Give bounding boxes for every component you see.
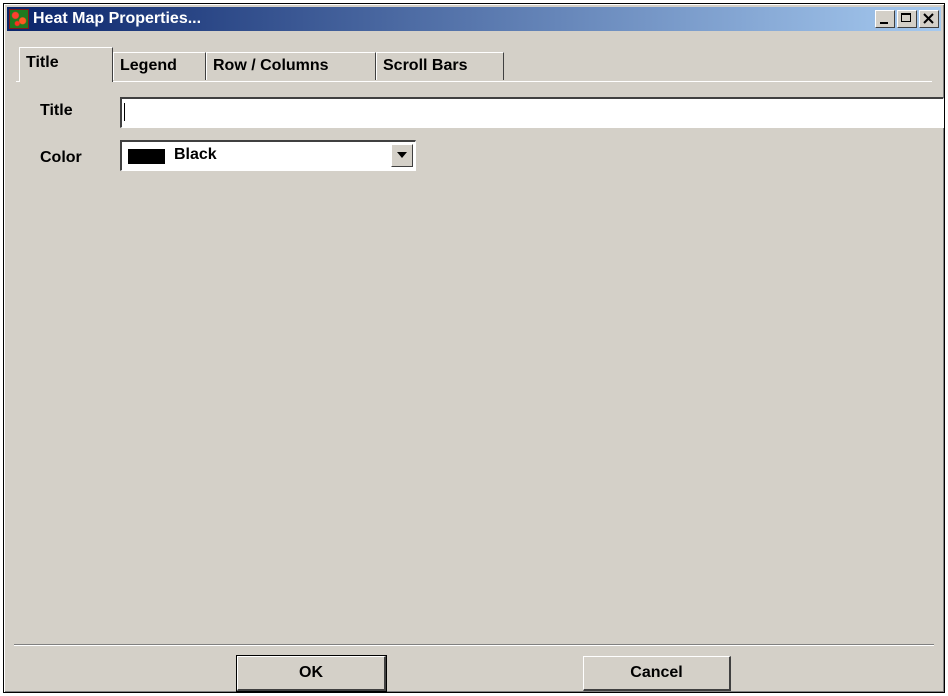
maximize-button[interactable] — [897, 10, 917, 28]
title-input[interactable] — [120, 97, 944, 128]
color-field-label: Color — [40, 149, 82, 166]
color-dropdown-button[interactable] — [391, 144, 413, 167]
panel-divider — [14, 644, 934, 646]
window-title: Heat Map Properties... — [33, 10, 202, 27]
tab-legend[interactable]: Legend — [113, 52, 206, 80]
color-swatch — [128, 149, 165, 164]
ok-button[interactable]: OK — [236, 655, 387, 692]
chevron-down-icon — [397, 152, 407, 158]
heat-map-properties-dialog: Heat Map Properties... Title Legend Row … — [3, 3, 945, 693]
title-field-label: Title — [40, 102, 73, 119]
heatmap-app-icon[interactable] — [9, 9, 29, 29]
cancel-button[interactable]: Cancel — [583, 656, 731, 691]
color-select-value: Black — [174, 146, 217, 163]
text-caret — [124, 103, 125, 121]
title-bar[interactable]: Heat Map Properties... — [7, 7, 941, 31]
tab-title[interactable]: Title — [19, 47, 113, 82]
close-icon — [923, 13, 934, 24]
minimize-button[interactable] — [875, 10, 895, 28]
close-button[interactable] — [919, 10, 939, 28]
tab-scroll-bars[interactable]: Scroll Bars — [376, 52, 504, 80]
color-select[interactable]: Black — [120, 140, 416, 171]
tab-row-columns[interactable]: Row / Columns — [206, 52, 376, 80]
tab-panel-border — [16, 81, 932, 82]
